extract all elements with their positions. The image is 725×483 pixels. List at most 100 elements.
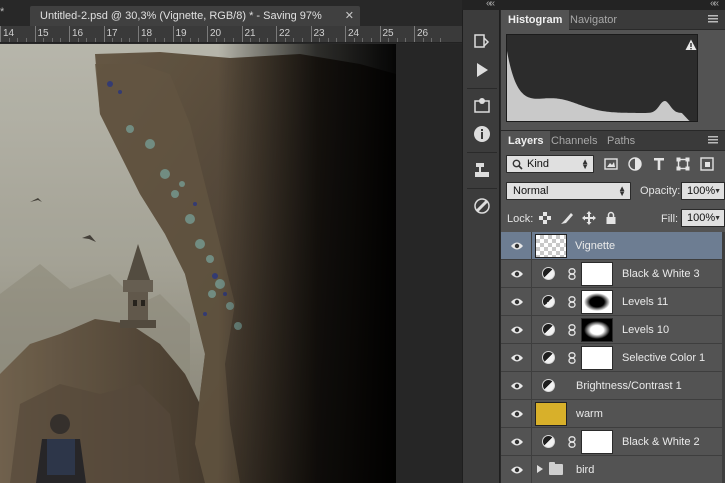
link-chain-icon[interactable] bbox=[568, 296, 576, 308]
ruler-tick bbox=[0, 26, 1, 42]
visibility-toggle[interactable] bbox=[501, 232, 532, 260]
ruler-tick bbox=[345, 26, 346, 42]
ruler-minor-tick bbox=[362, 38, 364, 42]
filter-kind-select[interactable]: Kind ▲ ▼ bbox=[506, 155, 594, 173]
close-tab-button[interactable]: ✕ bbox=[345, 9, 354, 22]
filter-smart-object-icon[interactable] bbox=[699, 156, 715, 172]
ruler-minor-tick bbox=[60, 38, 62, 42]
layer-thumbnail bbox=[535, 234, 567, 258]
previous-document-tab[interactable]: * bbox=[0, 6, 14, 20]
ruler-minor-tick bbox=[25, 38, 27, 42]
layer-row-black-white-3[interactable]: Black & White 3 bbox=[501, 260, 725, 288]
info-icon[interactable] bbox=[472, 124, 492, 144]
visibility-toggle[interactable] bbox=[501, 456, 532, 483]
tab-histogram[interactable]: Histogram bbox=[501, 10, 570, 30]
document-tab-bar: * Untitled-2.psd @ 30,3% (Vignette, RGB/… bbox=[0, 0, 462, 26]
history-icon[interactable] bbox=[472, 32, 492, 52]
layer-row-bird-group[interactable]: bird bbox=[501, 456, 725, 483]
expand-group-arrow-icon[interactable] bbox=[537, 465, 543, 473]
ruler-minor-tick bbox=[129, 38, 131, 42]
visibility-toggle[interactable] bbox=[501, 260, 532, 288]
filter-shape-icon[interactable] bbox=[675, 156, 691, 172]
ruler-minor-tick bbox=[258, 38, 260, 42]
adjustment-layer-icon bbox=[542, 323, 555, 336]
opacity-field[interactable]: 100% ▼ bbox=[681, 182, 725, 200]
visibility-toggle[interactable] bbox=[501, 372, 532, 400]
fill-label: Fill: bbox=[661, 213, 679, 225]
artwork-image bbox=[0, 44, 396, 483]
ruler-tick bbox=[34, 26, 36, 42]
link-chain-icon[interactable] bbox=[568, 352, 576, 364]
panel-menu-icon[interactable] bbox=[707, 135, 719, 145]
dropdown-arrow-icon: ▼ bbox=[714, 215, 721, 222]
layer-filter-row: Kind ▲ ▼ bbox=[501, 152, 725, 178]
ruler-minor-tick bbox=[189, 38, 191, 42]
styles-icon[interactable] bbox=[472, 196, 492, 216]
filter-adjustment-icon[interactable] bbox=[627, 156, 643, 172]
histogram-graph bbox=[506, 34, 698, 122]
ruler-minor-tick bbox=[439, 38, 441, 42]
layer-row-brightness-contrast-1[interactable]: Brightness/Contrast 1 bbox=[501, 372, 725, 400]
ruler-minor-tick bbox=[51, 38, 53, 42]
ruler-tick bbox=[103, 26, 105, 42]
layer-row-vignette[interactable]: Vignette bbox=[501, 232, 725, 260]
actions-play-icon[interactable] bbox=[472, 60, 492, 80]
tab-channels[interactable]: Channels bbox=[544, 131, 604, 151]
layer-mask-thumbnail bbox=[581, 318, 613, 342]
panels-top-bar: «« bbox=[500, 0, 725, 10]
ruler-minor-tick bbox=[8, 38, 10, 42]
layer-row-selective-color-1[interactable]: Selective Color 1 bbox=[501, 344, 725, 372]
filter-pixel-icon[interactable] bbox=[603, 156, 619, 172]
link-chain-icon[interactable] bbox=[568, 436, 576, 448]
document-tab-title: Untitled-2.psd @ 30,3% (Vignette, RGB/8)… bbox=[40, 10, 322, 22]
visibility-toggle[interactable] bbox=[501, 316, 532, 344]
collapse-panels-button[interactable]: «« bbox=[486, 0, 495, 9]
ruler-minor-tick bbox=[17, 38, 19, 42]
filter-type-icon[interactable] bbox=[651, 156, 667, 172]
canvas-area[interactable] bbox=[0, 44, 462, 483]
layers-list: Vignette Black & White 3 Levels 11 Level… bbox=[501, 232, 725, 483]
tab-paths[interactable]: Paths bbox=[600, 131, 642, 151]
layer-row-black-white-2[interactable]: Black & White 2 bbox=[501, 428, 725, 456]
collapse-panels-right-button[interactable]: «« bbox=[710, 0, 719, 9]
lock-transparent-pixels-icon[interactable] bbox=[537, 210, 553, 226]
warning-triangle-icon[interactable] bbox=[685, 39, 697, 51]
fill-field[interactable]: 100% ▼ bbox=[681, 209, 725, 227]
visibility-toggle[interactable] bbox=[501, 288, 532, 316]
ruler-tick bbox=[379, 26, 381, 42]
fill-value: 100% bbox=[687, 212, 716, 224]
blend-mode-select[interactable]: Normal ▲ ▼ bbox=[506, 182, 631, 200]
ruler-minor-tick bbox=[155, 38, 157, 42]
lock-all-icon[interactable] bbox=[603, 210, 619, 226]
ruler-minor-tick bbox=[120, 38, 122, 42]
document-tab[interactable]: Untitled-2.psd @ 30,3% (Vignette, RGB/8)… bbox=[30, 6, 360, 26]
dropdown-arrow-icon: ▼ bbox=[714, 188, 721, 195]
eye-icon bbox=[511, 270, 523, 278]
visibility-toggle[interactable] bbox=[501, 428, 532, 456]
ruler-tick bbox=[414, 26, 415, 42]
ruler-minor-tick bbox=[146, 38, 148, 42]
ruler-minor-tick bbox=[293, 38, 295, 42]
visibility-toggle[interactable] bbox=[501, 400, 532, 428]
layer-row-levels-10[interactable]: Levels 10 bbox=[501, 316, 725, 344]
layer-row-warm[interactable]: warm bbox=[501, 400, 725, 428]
ruler-minor-tick bbox=[284, 38, 286, 42]
adjustments-icon[interactable] bbox=[472, 96, 492, 116]
ruler-tick bbox=[276, 26, 277, 42]
visibility-toggle[interactable] bbox=[501, 344, 532, 372]
link-chain-icon[interactable] bbox=[568, 268, 576, 280]
panel-menu-icon[interactable] bbox=[707, 14, 719, 24]
layer-mask-thumbnail bbox=[581, 290, 613, 314]
select-arrows-icon: ▲ ▼ bbox=[581, 157, 589, 171]
layers-panel-tabs: Layers Channels Paths bbox=[501, 131, 725, 151]
lock-position-icon[interactable] bbox=[581, 210, 597, 226]
ruler-tick bbox=[241, 26, 243, 42]
layer-row-levels-11[interactable]: Levels 11 bbox=[501, 288, 725, 316]
tab-navigator[interactable]: Navigator bbox=[563, 10, 624, 30]
horizontal-ruler[interactable]: 14 15 16 17 18 19 20 21 22 23 24 25 26 bbox=[0, 26, 462, 43]
clone-source-icon[interactable] bbox=[472, 160, 492, 180]
document-canvas[interactable] bbox=[0, 44, 396, 483]
ruler-minor-tick bbox=[422, 38, 424, 42]
link-chain-icon[interactable] bbox=[568, 324, 576, 336]
lock-image-pixels-icon[interactable] bbox=[559, 210, 575, 226]
